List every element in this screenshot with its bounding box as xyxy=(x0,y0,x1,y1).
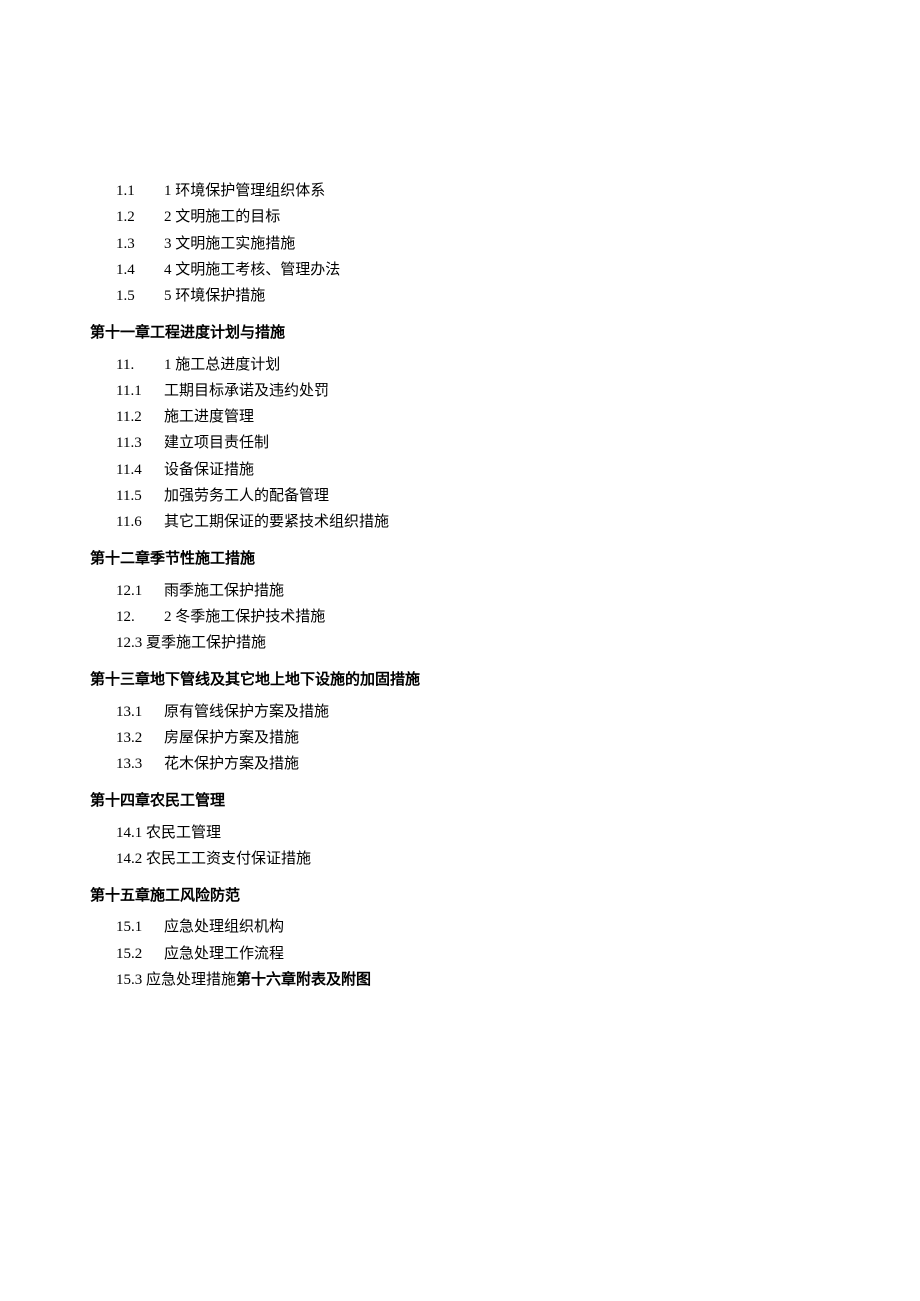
toc-item: 11.3 建立项目责任制 xyxy=(90,432,830,455)
toc-number: 14.2 xyxy=(116,851,142,867)
toc-item: 13.2 房屋保护方案及措施 xyxy=(90,727,830,750)
toc-item: 11. 1 施工总进度计划 xyxy=(90,354,830,377)
toc-label: 设备保证措施 xyxy=(164,459,254,482)
toc-number: 11.2 xyxy=(116,406,164,429)
toc-label: 2 冬季施工保护技术措施 xyxy=(164,606,325,629)
toc-number: 15.3 xyxy=(116,972,142,988)
toc-item: 15.2 应急处理工作流程 xyxy=(90,943,830,966)
toc-item: 11.5 加强劳务工人的配备管理 xyxy=(90,485,830,508)
toc-number: 15.2 xyxy=(116,943,164,966)
chapter-15-heading: 第十五章施工风险防范 xyxy=(90,885,830,908)
toc-item: 12. 2 冬季施工保护技术措施 xyxy=(90,606,830,629)
toc-item: 1.1 1 环境保护管理组织体系 xyxy=(90,180,830,203)
toc-number: 1.2 xyxy=(116,206,164,229)
toc-number: 11.1 xyxy=(116,380,164,403)
chapter-14-heading: 第十四章农民工管理 xyxy=(90,790,830,813)
toc-number: 12. xyxy=(116,606,164,629)
toc-number: 14.1 xyxy=(116,825,142,841)
toc-item: 11.6 其它工期保证的要紧技术组织措施 xyxy=(90,511,830,534)
toc-label: 2 文明施工的目标 xyxy=(164,206,280,229)
toc-item: 13.3 花木保护方案及措施 xyxy=(90,753,830,776)
toc-label: 建立项目责任制 xyxy=(164,432,269,455)
toc-item: 15.1 应急处理组织机构 xyxy=(90,916,830,939)
chapter-11-heading: 第十一章工程进度计划与措施 xyxy=(90,322,830,345)
toc-number: 1.4 xyxy=(116,259,164,282)
toc-number: 1.5 xyxy=(116,285,164,308)
toc-item: 12.3 夏季施工保护措施 xyxy=(90,632,830,655)
chapter-16-inline: 第十六章附表及附图 xyxy=(236,972,371,988)
toc-label: 施工进度管理 xyxy=(164,406,254,429)
toc-label: 农民工管理 xyxy=(146,825,221,841)
toc-item: 1.5 5 环境保护措施 xyxy=(90,285,830,308)
toc-label: 夏季施工保护措施 xyxy=(146,635,266,651)
chapter-13-heading: 第十三章地下管线及其它地上地下设施的加固措施 xyxy=(90,669,830,692)
toc-label: 1 环境保护管理组织体系 xyxy=(164,180,325,203)
toc-number: 12.1 xyxy=(116,580,164,603)
toc-label: 应急处理措施 xyxy=(146,972,236,988)
toc-item: 11.1 工期目标承诺及违约处罚 xyxy=(90,380,830,403)
toc-item-last: 15.3 应急处理措施第十六章附表及附图 xyxy=(90,969,830,992)
toc-item: 13.1 原有管线保护方案及措施 xyxy=(90,701,830,724)
toc-label: 房屋保护方案及措施 xyxy=(164,727,299,750)
toc-label: 加强劳务工人的配备管理 xyxy=(164,485,329,508)
toc-label: 农民工工资支付保证措施 xyxy=(146,851,311,867)
toc-number: 11.3 xyxy=(116,432,164,455)
toc-label: 1 施工总进度计划 xyxy=(164,354,280,377)
toc-label: 应急处理组织机构 xyxy=(164,916,284,939)
toc-item: 1.3 3 文明施工实施措施 xyxy=(90,233,830,256)
toc-number: 11.5 xyxy=(116,485,164,508)
toc-item: 11.2 施工进度管理 xyxy=(90,406,830,429)
toc-number: 13.1 xyxy=(116,701,164,724)
toc-label: 应急处理工作流程 xyxy=(164,943,284,966)
toc-item: 11.4 设备保证措施 xyxy=(90,459,830,482)
toc-label: 其它工期保证的要紧技术组织措施 xyxy=(164,511,389,534)
toc-label: 雨季施工保护措施 xyxy=(164,580,284,603)
toc-number: 1.3 xyxy=(116,233,164,256)
toc-number: 13.3 xyxy=(116,753,164,776)
toc-item: 12.1 雨季施工保护措施 xyxy=(90,580,830,603)
toc-item: 1.4 4 文明施工考核、管理办法 xyxy=(90,259,830,282)
toc-label: 工期目标承诺及违约处罚 xyxy=(164,380,329,403)
document-content: 1.1 1 环境保护管理组织体系 1.2 2 文明施工的目标 1.3 3 文明施… xyxy=(90,180,830,992)
toc-number: 11.6 xyxy=(116,511,164,534)
toc-number: 12.3 xyxy=(116,635,142,651)
toc-item: 14.1 农民工管理 xyxy=(90,822,830,845)
toc-label: 3 文明施工实施措施 xyxy=(164,233,295,256)
toc-item: 1.2 2 文明施工的目标 xyxy=(90,206,830,229)
toc-number: 11.4 xyxy=(116,459,164,482)
toc-label: 5 环境保护措施 xyxy=(164,285,265,308)
toc-number: 11. xyxy=(116,354,164,377)
toc-label: 4 文明施工考核、管理办法 xyxy=(164,259,340,282)
toc-number: 1.1 xyxy=(116,180,164,203)
toc-number: 13.2 xyxy=(116,727,164,750)
toc-item: 14.2 农民工工资支付保证措施 xyxy=(90,848,830,871)
toc-label: 花木保护方案及措施 xyxy=(164,753,299,776)
toc-label: 原有管线保护方案及措施 xyxy=(164,701,329,724)
toc-number: 15.1 xyxy=(116,916,164,939)
chapter-12-heading: 第十二章季节性施工措施 xyxy=(90,548,830,571)
